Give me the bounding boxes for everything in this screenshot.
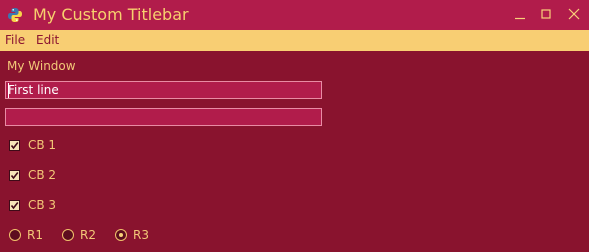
menu-edit[interactable]: Edit (36, 33, 59, 47)
radio-label: R1 (27, 228, 43, 242)
text-field-1[interactable]: First line (5, 81, 322, 99)
checkbox-cb2[interactable]: CB 2 (9, 168, 56, 182)
window-label: My Window (7, 59, 76, 73)
close-icon (568, 8, 580, 20)
python-app-icon (8, 8, 22, 22)
checkbox-label: CB 1 (28, 138, 57, 152)
menu-bar: File Edit (0, 30, 589, 51)
radio-circle[interactable] (115, 229, 127, 241)
maximize-icon (541, 9, 551, 19)
window-title: My Custom Titlebar (33, 5, 189, 24)
checkmark-icon (10, 201, 19, 209)
maximize-button[interactable] (538, 6, 554, 22)
radio-label: R3 (133, 228, 149, 242)
menu-file[interactable]: File (5, 33, 25, 47)
checkbox-box[interactable] (9, 199, 20, 211)
checkbox-box[interactable] (9, 169, 20, 181)
close-button[interactable] (566, 6, 582, 22)
minimize-icon (515, 17, 525, 20)
checkmark-icon (10, 141, 19, 149)
radio-r2[interactable]: R2 (62, 228, 96, 242)
checkmark-icon (10, 171, 19, 179)
title-bar[interactable]: My Custom Titlebar (0, 0, 589, 30)
radio-r3[interactable]: R3 (115, 228, 149, 242)
text-field-2[interactable] (5, 108, 322, 126)
checkbox-label: CB 2 (28, 168, 57, 182)
checkbox-label: CB 3 (28, 198, 57, 212)
checkbox-cb1[interactable]: CB 1 (9, 138, 56, 152)
text-field-1-value: First line (8, 83, 59, 97)
radio-circle[interactable] (62, 229, 74, 241)
checkbox-box[interactable] (9, 139, 20, 151)
radio-r1[interactable]: R1 (9, 228, 43, 242)
radio-selected-dot (119, 233, 123, 237)
minimize-button[interactable] (512, 6, 528, 22)
text-cursor (8, 83, 9, 98)
checkbox-cb3[interactable]: CB 3 (9, 198, 56, 212)
radio-label: R2 (80, 228, 96, 242)
radio-circle[interactable] (9, 229, 21, 241)
